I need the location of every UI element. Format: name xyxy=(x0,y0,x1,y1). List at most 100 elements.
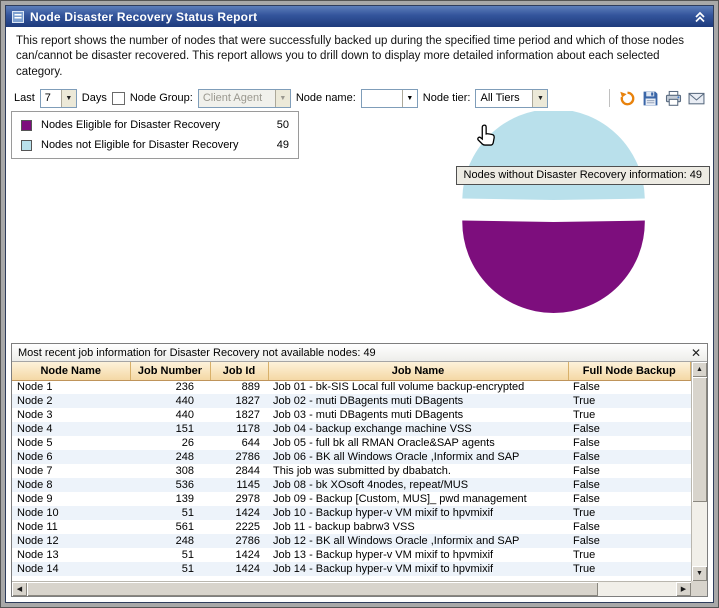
node-name-label: Node name: xyxy=(296,92,356,104)
table-row[interactable]: Node 10511424Job 10 - Backup hyper-v VM … xyxy=(12,506,691,520)
vertical-scroll-track[interactable] xyxy=(692,377,707,566)
report-description: This report shows the number of nodes th… xyxy=(6,27,713,85)
window-icon xyxy=(12,11,24,23)
last-days-select[interactable]: 7 ▼ xyxy=(40,89,77,108)
legend-item[interactable]: Nodes not Eligible for Disaster Recovery… xyxy=(21,139,289,151)
job-table-head-row: Node NameJob NumberJob IdJob NameFull No… xyxy=(12,362,691,380)
table-cell: 1424 xyxy=(210,562,268,576)
table-cell: 2786 xyxy=(210,534,268,548)
column-header[interactable]: Full Node Backup xyxy=(568,362,691,380)
table-cell: False xyxy=(568,380,691,394)
table-cell: False xyxy=(568,534,691,548)
table-cell: True xyxy=(568,506,691,520)
table-cell: Node 11 xyxy=(12,520,130,534)
column-header[interactable]: Node Name xyxy=(12,362,130,380)
window-title: Node Disaster Recovery Status Report xyxy=(30,10,257,24)
table-cell: Job 06 - BK all Windows Oracle ,Informix… xyxy=(268,450,568,464)
refresh-icon[interactable] xyxy=(619,90,636,107)
table-cell: Node 10 xyxy=(12,506,130,520)
days-label: Days xyxy=(82,92,107,104)
table-row[interactable]: Node 1236889Job 01 - bk-SIS Local full v… xyxy=(12,380,691,394)
node-group-checkbox[interactable] xyxy=(112,92,125,105)
table-row[interactable]: Node 85361145Job 08 - bk XOsoft 4nodes, … xyxy=(12,478,691,492)
save-icon[interactable] xyxy=(642,90,659,107)
scroll-left-icon[interactable]: ◀ xyxy=(12,582,27,596)
print-icon[interactable] xyxy=(665,90,682,107)
vertical-scroll-thumb[interactable] xyxy=(692,377,707,502)
table-cell: Job 09 - Backup [Custom, MUS]_ pwd manag… xyxy=(268,492,568,506)
table-row[interactable]: Node 526644Job 05 - full bk all RMAN Ora… xyxy=(12,436,691,450)
node-tier-label: Node tier: xyxy=(423,92,471,104)
table-cell: Node 13 xyxy=(12,548,130,562)
table-cell: 1178 xyxy=(210,422,268,436)
table-cell: Node 9 xyxy=(12,492,130,506)
table-row[interactable]: Node 115612225Job 11 - backup babrw3 VSS… xyxy=(12,520,691,534)
table-row[interactable]: Node 41511178Job 04 - backup exchange ma… xyxy=(12,422,691,436)
table-cell: 51 xyxy=(130,562,210,576)
chart-legend: Nodes Eligible for Disaster Recovery50 No… xyxy=(11,111,299,159)
legend-item[interactable]: Nodes Eligible for Disaster Recovery50 xyxy=(21,119,289,131)
table-cell: Job 13 - Backup hyper-v VM mixif to hpvm… xyxy=(268,548,568,562)
horizontal-scroll-thumb[interactable] xyxy=(27,582,598,596)
toolbar-actions xyxy=(606,89,705,107)
vertical-scrollbar[interactable]: ▲ ▼ xyxy=(691,362,707,581)
table-cell: Node 12 xyxy=(12,534,130,548)
scrollbar-corner xyxy=(691,581,707,596)
table-row[interactable]: Node 24401827Job 02 - muti DBagents muti… xyxy=(12,394,691,408)
table-cell: 26 xyxy=(130,436,210,450)
chevron-down-icon[interactable]: ▼ xyxy=(275,90,290,107)
email-icon[interactable] xyxy=(688,90,705,107)
chevron-down-icon[interactable]: ▼ xyxy=(532,90,547,107)
table-cell: 139 xyxy=(130,492,210,506)
close-icon[interactable]: ✕ xyxy=(691,347,701,359)
table-cell: Job 12 - BK all Windows Oracle ,Informix… xyxy=(268,534,568,548)
table-cell: 440 xyxy=(130,408,210,422)
table-cell: True xyxy=(568,408,691,422)
scroll-up-icon[interactable]: ▲ xyxy=(692,362,707,377)
table-row[interactable]: Node 122482786Job 12 - BK all Windows Or… xyxy=(12,534,691,548)
legend-value: 49 xyxy=(277,139,289,151)
collapse-chevrons-icon[interactable] xyxy=(693,11,707,23)
column-header[interactable]: Job Name xyxy=(268,362,568,380)
table-cell: False xyxy=(568,520,691,534)
scroll-down-icon[interactable]: ▼ xyxy=(692,566,707,581)
detail-panel-header: Most recent job information for Disaster… xyxy=(12,344,707,362)
chevron-down-icon[interactable]: ▼ xyxy=(61,90,76,107)
detail-panel: Most recent job information for Disaster… xyxy=(11,343,708,597)
pie-slice[interactable] xyxy=(462,221,645,313)
legend-label: Nodes not Eligible for Disaster Recovery xyxy=(41,139,277,151)
node-group-select[interactable]: Client Agent ▼ xyxy=(198,89,291,108)
column-header[interactable]: Job Id xyxy=(210,362,268,380)
legend-value: 50 xyxy=(277,119,289,131)
table-row[interactable]: Node 62482786Job 06 - BK all Windows Ora… xyxy=(12,450,691,464)
horizontal-scrollbar[interactable]: ◀ ▶ xyxy=(12,581,691,596)
table-cell: 248 xyxy=(130,534,210,548)
node-name-input[interactable]: ▼ xyxy=(361,89,418,108)
table-cell: Job 04 - backup exchange machine VSS xyxy=(268,422,568,436)
table-cell: False xyxy=(568,464,691,478)
table-cell: 2225 xyxy=(210,520,268,534)
horizontal-scroll-track[interactable] xyxy=(27,582,676,596)
scroll-right-icon[interactable]: ▶ xyxy=(676,582,691,596)
table-cell: Node 4 xyxy=(12,422,130,436)
node-tier-select[interactable]: All Tiers ▼ xyxy=(475,89,548,108)
job-table-body: Node 1236889Job 01 - bk-SIS Local full v… xyxy=(12,380,691,576)
report-window: Node Disaster Recovery Status Report Thi… xyxy=(5,5,714,603)
chart-tooltip: Nodes without Disaster Recovery informat… xyxy=(456,166,710,185)
chevron-down-icon[interactable]: ▼ xyxy=(402,90,417,107)
table-cell: 2978 xyxy=(210,492,268,506)
table-row[interactable]: Node 13511424Job 13 - Backup hyper-v VM … xyxy=(12,548,691,562)
table-row[interactable]: Node 91392978Job 09 - Backup [Custom, MU… xyxy=(12,492,691,506)
table-cell: 561 xyxy=(130,520,210,534)
table-row[interactable]: Node 73082844This job was submitted by d… xyxy=(12,464,691,478)
table-cell: Node 2 xyxy=(12,394,130,408)
table-row[interactable]: Node 34401827Job 03 - muti DBagents muti… xyxy=(12,408,691,422)
table-cell: Job 11 - backup babrw3 VSS xyxy=(268,520,568,534)
legend-swatch-icon xyxy=(21,140,32,151)
table-cell: False xyxy=(568,450,691,464)
table-cell: Job 14 - Backup hyper-v VM mixif to hpvm… xyxy=(268,562,568,576)
table-cell: 2844 xyxy=(210,464,268,478)
table-cell: False xyxy=(568,436,691,450)
column-header[interactable]: Job Number xyxy=(130,362,210,380)
table-row[interactable]: Node 14511424Job 14 - Backup hyper-v VM … xyxy=(12,562,691,576)
